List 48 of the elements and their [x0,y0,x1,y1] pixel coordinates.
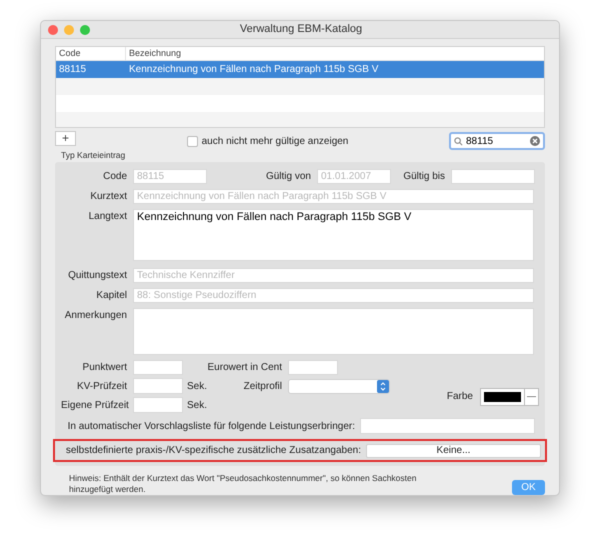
text-field[interactable] [360,418,535,434]
stepper-icon [377,380,389,392]
text-field[interactable] [451,169,535,184]
text-field[interactable] [133,378,183,394]
field-label: Punktwert [82,361,128,375]
table-cell-text: 88115 [58,63,88,77]
checkbox-label: auch nicht mehr gültige anzeigen [202,134,348,148]
unit-label: Sek. [186,398,208,412]
text-field[interactable]: Kennzeichnung von Fällen nach Paragraph 115b SGB V [133,209,534,261]
search-field[interactable]: 88115 [449,132,545,150]
clear-color-button[interactable]: — [524,388,538,404]
text-field[interactable] [288,360,338,375]
field-label: Langtext [88,210,128,224]
color-well[interactable]: — [480,388,539,406]
window-title: Verwaltung EBM-Katalog [238,22,364,38]
field-label: Farbe [446,390,474,404]
unit-label: Sek. [186,380,208,394]
time-profile-select[interactable] [288,378,390,394]
field-label: Gültig bis [402,170,446,184]
column-header[interactable]: Bezeichnung [126,47,544,60]
close-icon[interactable] [48,24,58,34]
clear-icon[interactable] [530,136,540,146]
field-label: In automatischer Vorschlagsliste für folgende Leistungserbringer: [68,420,356,434]
field-label: selbstdefinierte praxis-/KV-spezifische zusätzliche Zusatzangaben: [66,444,362,458]
field-label: Code [102,170,128,184]
field-label: Eurowert in Cent [206,361,283,375]
field-label: Anmerkungen [64,309,128,323]
field-label: KV-Prüfzeit [76,380,128,394]
field-label: Eigene Prüfzeit [61,398,130,412]
extras-button[interactable]: Keine... [366,444,541,458]
text-field[interactable] [133,360,183,375]
minimize-icon[interactable] [64,24,74,34]
search-icon [454,136,463,146]
field-label: Kurztext [89,190,128,204]
column-header[interactable]: Code [56,47,126,60]
field-label: Zeitprofil [242,380,283,394]
table-cell-text: Kennzeichnung von Fällen nach Paragraph 115b SGB V [128,63,380,77]
text-field[interactable] [133,397,183,413]
checkbox[interactable] [186,136,198,146]
section-title: Typ Karteieintrag [60,150,126,160]
hint-text: Hinweis: Enthält der Kurztext das Wort "Pseudosachkostennummer", so können Sachkosten hinzugefügt werden. [69,473,418,495]
field-label: Kapitel [95,289,128,303]
add-button[interactable]: + [55,130,76,146]
field-label: Gültig von [264,170,312,184]
table-row[interactable]: 88115 Kennzeichnung von Fällen nach Paragraph 115b SGB V [56,61,544,78]
text-field[interactable] [133,308,534,355]
zoom-icon[interactable] [80,24,90,34]
field-label: Quittungstext [67,269,128,283]
